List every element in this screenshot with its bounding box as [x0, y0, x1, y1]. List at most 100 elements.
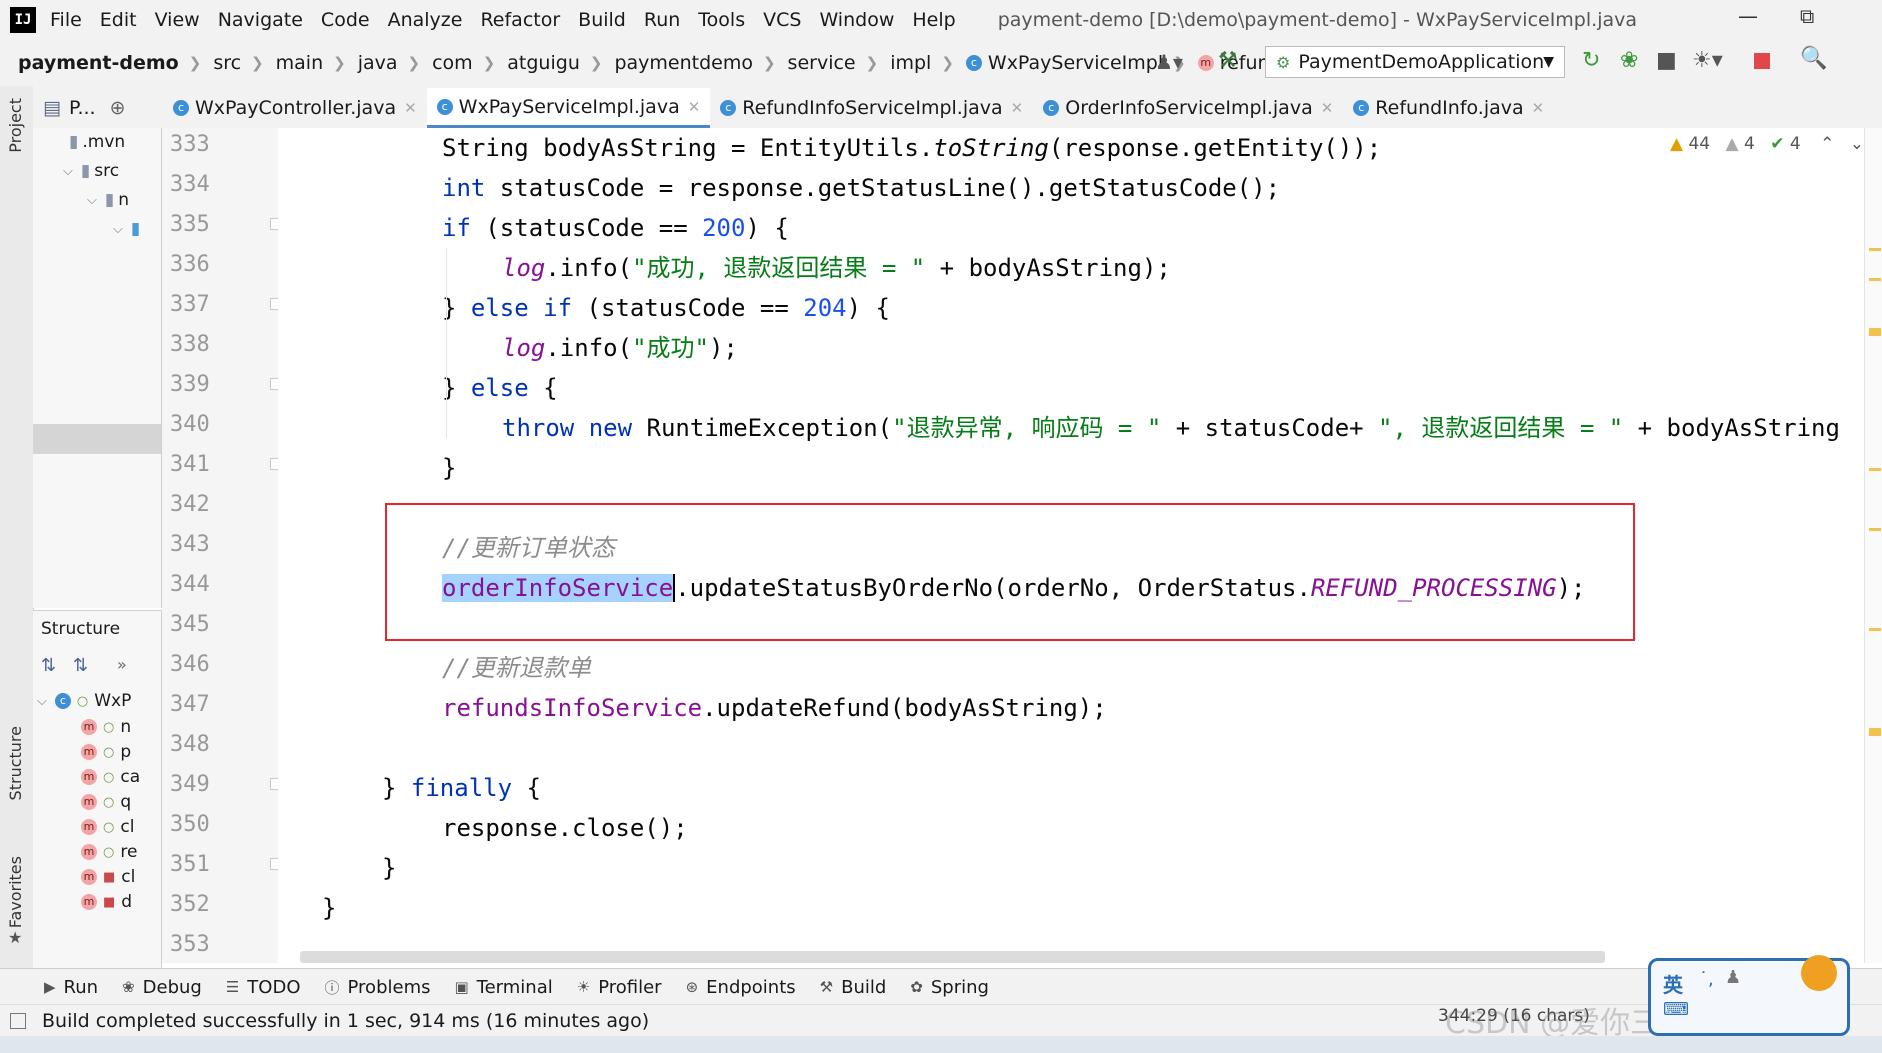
menu-refactor[interactable]: Refactor: [480, 9, 560, 31]
close-icon[interactable]: ✕: [404, 99, 417, 117]
tool-build[interactable]: ⚒ Build: [820, 977, 887, 998]
coverage-icon[interactable]: ■: [1656, 48, 1677, 73]
code-comment: //更新退款单: [442, 654, 591, 682]
tab-refundinfo[interactable]: c RefundInfo.java ✕: [1343, 88, 1554, 128]
structure-method[interactable]: m ○ ca: [81, 763, 140, 791]
tool-debug[interactable]: ❀ Debug: [122, 977, 202, 998]
tool-terminal[interactable]: ▣ Terminal: [454, 977, 552, 998]
debug-icon[interactable]: ❀: [1620, 48, 1638, 73]
breadcrumb-paymentdemo[interactable]: paymentdemo: [614, 52, 753, 74]
breadcrumb-src[interactable]: src: [213, 52, 241, 74]
structure-method[interactable]: m ○ n: [81, 713, 131, 741]
menu-view[interactable]: View: [155, 9, 200, 31]
structure-method[interactable]: m ○ re: [81, 838, 137, 866]
user-icon[interactable]: ♟: [1725, 967, 1741, 988]
target-icon[interactable]: ⊕: [110, 97, 126, 119]
sort-alpha-icon[interactable]: ⇅: [41, 655, 56, 676]
breadcrumb-class[interactable]: c WxPayServiceImpl: [965, 52, 1163, 74]
structure-method[interactable]: m ○ q: [81, 788, 131, 816]
restore-icon[interactable]: ⧉: [1800, 4, 1814, 28]
stripe-marker[interactable]: [1869, 328, 1881, 336]
tab-refundinfoserviceimpl[interactable]: c RefundInfoServiceImpl.java ✕: [710, 88, 1033, 128]
stripe-marker[interactable]: [1869, 628, 1881, 631]
menu-vcs[interactable]: VCS: [763, 9, 801, 31]
tool-profiler[interactable]: ☀ Profiler: [577, 977, 662, 998]
tab-wxpayserviceimpl[interactable]: c WxPayServiceImpl.java ✕: [426, 88, 711, 128]
ime-language[interactable]: 英: [1663, 969, 1683, 998]
menu-edit[interactable]: Edit: [100, 9, 137, 31]
ime-toolbar[interactable]: 英 ˙, ♟ ⌨: [1648, 955, 1850, 1036]
tree-item-java[interactable]: ⌵ ▮: [113, 215, 140, 243]
stripe-marker[interactable]: [1869, 528, 1881, 531]
menu-file[interactable]: File: [50, 9, 82, 31]
breadcrumb-main[interactable]: main: [276, 52, 323, 74]
menu-code[interactable]: Code: [321, 9, 370, 31]
breadcrumb-service[interactable]: service: [788, 52, 856, 74]
chevron-up-icon[interactable]: ⌃: [1820, 134, 1834, 154]
stripe-marker[interactable]: [1869, 468, 1881, 471]
inspection-widget[interactable]: ▲ 44 ▲ 4 ✔ 4 ⌃ ⌄: [1670, 134, 1864, 154]
sort-visibility-icon[interactable]: ⇅: [73, 655, 88, 676]
tool-todo[interactable]: ☰ TODO: [226, 977, 301, 998]
structure-method[interactable]: m ○ p: [81, 738, 131, 766]
run-configuration-select[interactable]: ⚙ PaymentDemoApplication ▼: [1265, 46, 1565, 78]
code-token: .info(: [545, 334, 633, 362]
menu-window[interactable]: Window: [819, 9, 894, 31]
punctuation-icon[interactable]: ˙,: [1699, 969, 1714, 990]
tree-item-src[interactable]: ⌵ ▮ src: [63, 157, 119, 185]
tool-problems[interactable]: ⓘ Problems: [325, 977, 431, 998]
stripe-marker[interactable]: [1869, 248, 1881, 251]
close-icon[interactable]: ✕: [1011, 99, 1024, 117]
profiler-icon[interactable]: ☀▾: [1692, 48, 1723, 73]
structure-method[interactable]: m ■ d: [81, 888, 132, 916]
breadcrumb-project[interactable]: payment-demo: [18, 52, 179, 74]
build-hammer-icon[interactable]: ⚒: [1218, 48, 1238, 73]
menu-help[interactable]: Help: [912, 9, 955, 31]
tree-item-main[interactable]: ⌵ ▮ n: [87, 186, 129, 214]
menu-build[interactable]: Build: [578, 9, 626, 31]
breadcrumb-com[interactable]: com: [432, 52, 473, 74]
tool-endpoints[interactable]: ⊛ Endpoints: [686, 977, 796, 998]
horizontal-scrollbar[interactable]: [300, 951, 1605, 963]
minimize-icon[interactable]: —: [1738, 4, 1758, 28]
more-icon[interactable]: »: [117, 655, 127, 674]
project-tool-button[interactable]: Project: [6, 98, 25, 153]
status-message[interactable]: Build completed successfully in 1 sec, 9…: [42, 1010, 649, 1032]
tool-run[interactable]: ▶ Run: [44, 977, 98, 998]
tool-spring[interactable]: ✿ Spring: [910, 977, 989, 998]
menu-run[interactable]: Run: [644, 9, 680, 31]
keyboard-icon[interactable]: ⌨: [1663, 999, 1689, 1020]
code-token: ) {: [745, 214, 789, 242]
menu-analyze[interactable]: Analyze: [388, 9, 463, 31]
chevron-down-icon[interactable]: ⌄: [1850, 134, 1864, 154]
structure-method[interactable]: m ■ cl: [81, 863, 135, 891]
menu-navigate[interactable]: Navigate: [218, 9, 303, 31]
search-everywhere-icon[interactable]: 🔍: [1800, 46, 1827, 71]
close-icon[interactable]: ✕: [688, 98, 701, 116]
tree-item-mvn[interactable]: ▮ .mvn: [69, 128, 125, 156]
menu-tools[interactable]: Tools: [698, 9, 745, 31]
rerun-icon[interactable]: ↻: [1582, 48, 1600, 73]
stop-icon[interactable]: [1754, 53, 1770, 69]
close-icon[interactable]: ✕: [1532, 99, 1545, 117]
line-number: 342: [170, 492, 210, 517]
breadcrumb-java[interactable]: java: [358, 52, 398, 74]
structure-tool-button[interactable]: Structure: [6, 726, 25, 800]
status-toggle-icon[interactable]: [10, 1013, 26, 1029]
close-icon[interactable]: ✕: [1321, 99, 1334, 117]
os-taskbar: [0, 1036, 1882, 1053]
project-panel-header[interactable]: ▤ P... ⊕: [33, 88, 163, 128]
endpoints-icon: ⊛: [685, 978, 699, 996]
tab-orderinfoserviceimpl[interactable]: c OrderInfoServiceImpl.java ✕: [1033, 88, 1343, 128]
structure-method[interactable]: m ○ cl: [81, 813, 134, 841]
error-stripe[interactable]: [1864, 128, 1882, 963]
favorites-tool-button[interactable]: Favorites: [6, 856, 25, 928]
stripe-marker[interactable]: [1869, 728, 1881, 736]
stripe-marker[interactable]: [1869, 278, 1881, 281]
user-icon[interactable]: ♟▾: [1155, 50, 1183, 74]
breadcrumb-impl[interactable]: impl: [890, 52, 931, 74]
structure-root[interactable]: ⌵ c ○ WxP: [37, 687, 131, 715]
tab-wxpaycontroller[interactable]: c WxPayController.java ✕: [163, 88, 427, 128]
breadcrumb-atguigu[interactable]: atguigu: [507, 52, 580, 74]
code-line-338: log.info("成功");: [502, 328, 738, 368]
